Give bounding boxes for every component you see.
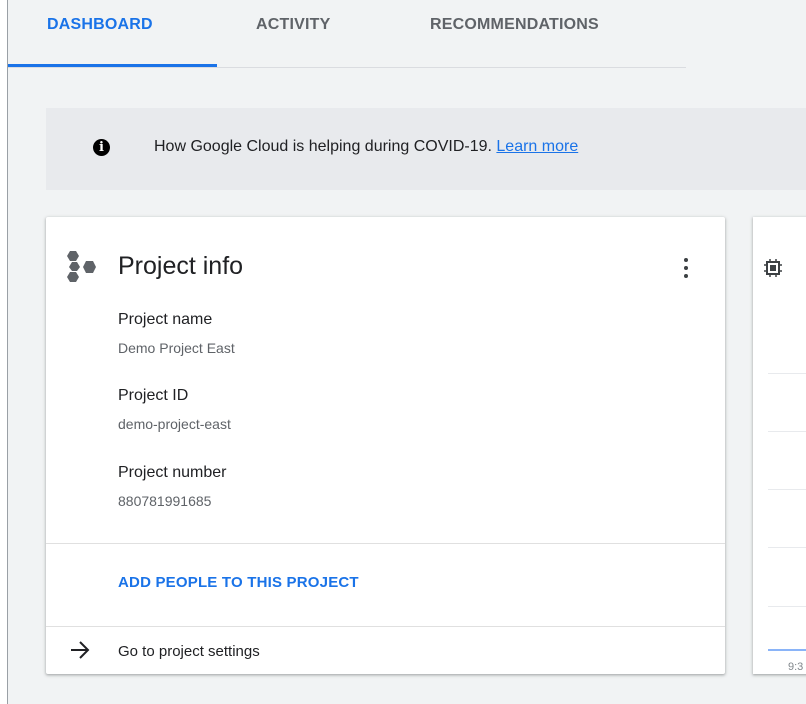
chart-gridline — [768, 606, 806, 607]
add-people-button[interactable]: ADD PEOPLE TO THIS PROJECT — [118, 574, 359, 591]
card-divider — [46, 543, 725, 544]
more-options-icon[interactable] — [674, 255, 698, 281]
learn-more-link[interactable]: Learn more — [496, 138, 578, 155]
chart-gridline — [768, 373, 806, 374]
compute-card: 9:3 — [753, 217, 806, 674]
left-nav-edge — [0, 0, 7, 704]
console-frame: DASHBOARD ACTIVITY RECOMMENDATIONS i How… — [0, 0, 806, 704]
banner-text: How Google Cloud is helping during COVID… — [154, 138, 497, 155]
project-name-label: Project name — [118, 311, 213, 328]
covid-banner: i How Google Cloud is helping during COV… — [46, 108, 806, 190]
project-settings-link[interactable]: Go to project settings — [46, 627, 725, 674]
active-tab-indicator — [8, 64, 217, 67]
project-number-label: Project number — [118, 464, 227, 481]
chart-gridline — [768, 547, 806, 548]
project-id-value: demo-project-east — [118, 416, 231, 432]
left-nav-border — [7, 0, 8, 704]
arrow-right-icon — [71, 641, 90, 659]
project-name-value: Demo Project East — [118, 340, 235, 356]
project-hexagons-icon — [67, 251, 96, 282]
tab-recommendations[interactable]: RECOMMENDATIONS — [430, 16, 599, 46]
tab-activity[interactable]: ACTIVITY — [256, 16, 331, 46]
card-title: Project info — [118, 252, 244, 280]
chart-gridline — [768, 489, 806, 490]
chip-icon — [764, 259, 782, 277]
project-id-label: Project ID — [118, 387, 189, 404]
project-number-value: 880781991685 — [118, 493, 212, 509]
chart-axis-tick: 9:3 — [788, 661, 804, 673]
settings-label: Go to project settings — [118, 643, 260, 660]
tab-dashboard[interactable]: DASHBOARD — [47, 16, 153, 46]
tab-bar-divider — [8, 67, 686, 68]
chart-series-line — [768, 649, 806, 651]
project-info-card: Project info Project name Demo Project E… — [46, 217, 725, 674]
chart-gridline — [768, 431, 806, 432]
banner-message: How Google Cloud is helping during COVID… — [154, 138, 578, 156]
info-icon: i — [93, 139, 110, 156]
